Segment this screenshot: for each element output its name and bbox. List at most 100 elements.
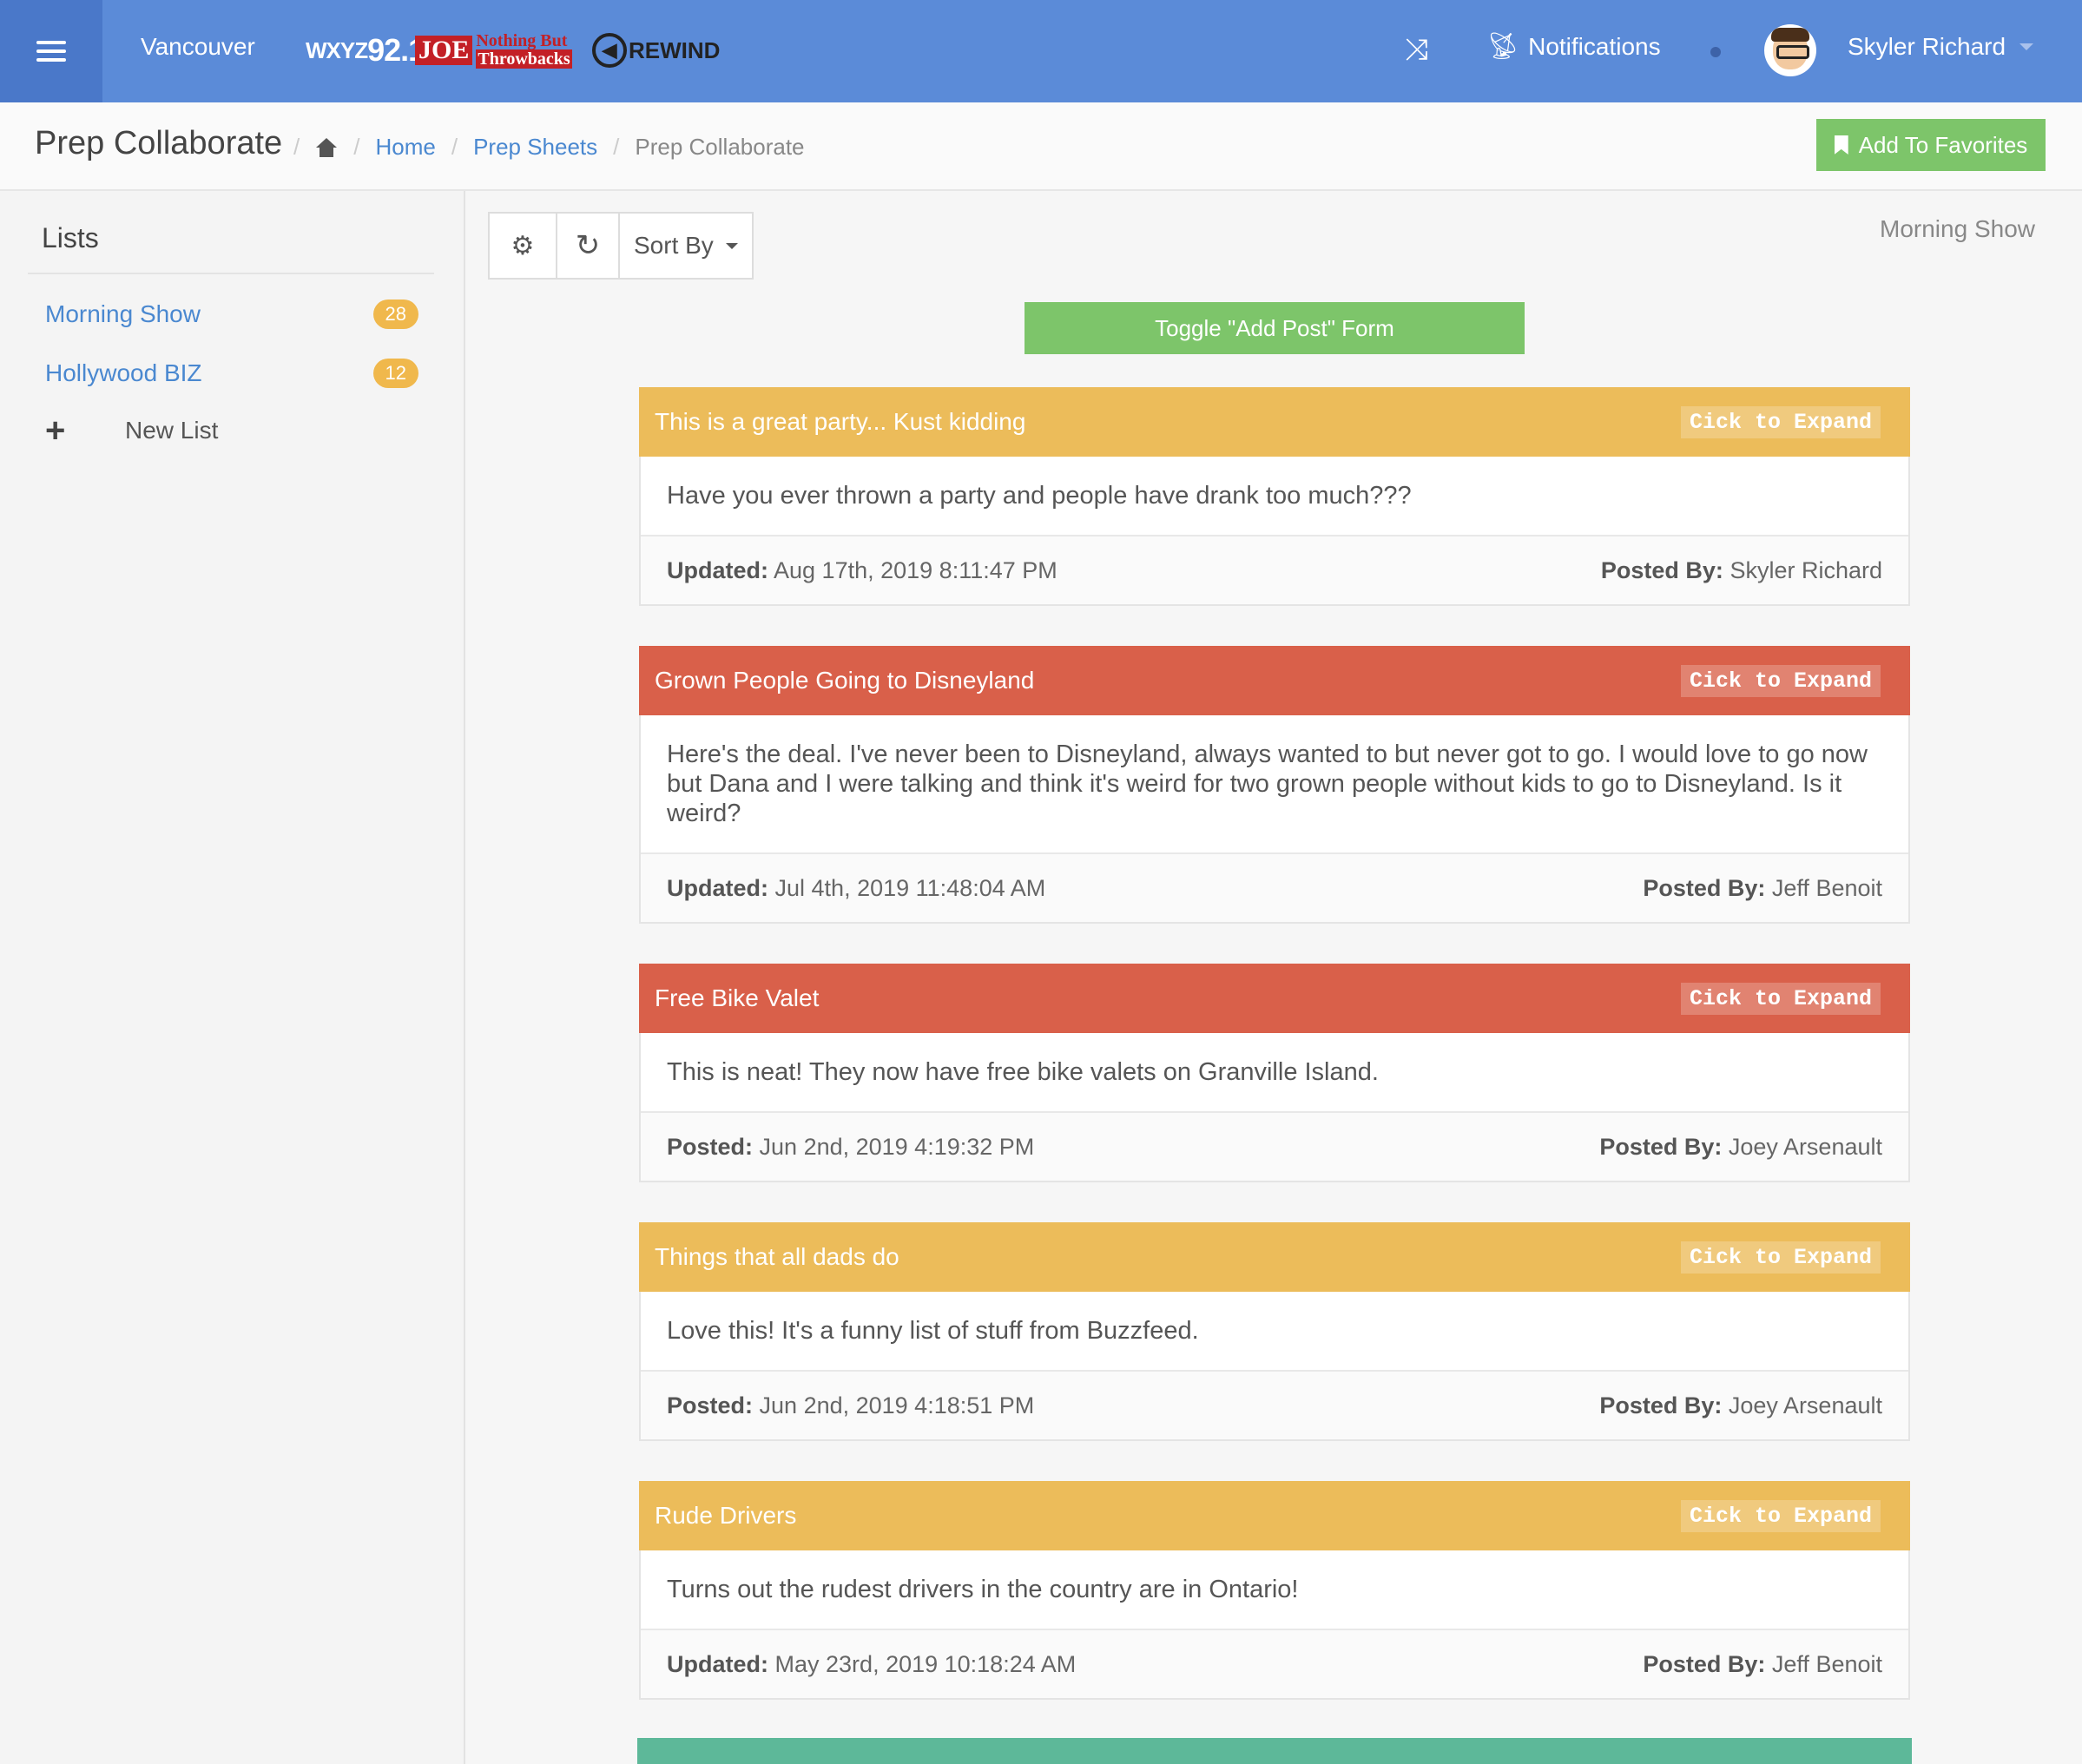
post-body: This is neat! They now have free bike va… (641, 1033, 1908, 1113)
rewind-logo[interactable]: ◀ REWIND (592, 26, 720, 75)
notifications-label: Notifications (1528, 32, 1661, 60)
post-body: Have you ever thrown a party and people … (641, 457, 1908, 536)
caret-down-icon (726, 242, 738, 249)
current-list-name: Morning Show (1880, 215, 2035, 242)
date-label: Updated: (667, 556, 768, 583)
post-author: Joey Arsenault (1728, 1392, 1882, 1418)
post-card: Rude Drivers Cick to Expand Turns out th… (639, 1481, 1910, 1700)
post-title: This is a great party... Kust kidding (655, 408, 1026, 435)
post-body: Love this! It's a funny list of stuff fr… (641, 1292, 1908, 1372)
gears-icon: ⚙ (511, 231, 535, 260)
expand-button[interactable]: Cick to Expand (1680, 1499, 1881, 1532)
add-to-favorites-label: Add To Favorites (1858, 131, 2028, 158)
post-footer: Updated: May 23rd, 2019 10:18:24 AM Post… (641, 1630, 1908, 1698)
post-header[interactable]: Rude Drivers Cick to Expand (639, 1481, 1910, 1550)
sort-by-label: Sort By (634, 232, 714, 259)
post-date: Jun 2nd, 2019 4:19:32 PM (759, 1133, 1035, 1160)
date-label: Updated: (667, 874, 768, 901)
post-date: Aug 17th, 2019 8:11:47 PM (774, 556, 1057, 583)
date-label: Posted: (667, 1392, 754, 1418)
toggle-add-post-button[interactable]: Toggle "Add Post" Form (1025, 302, 1525, 354)
post-card: Things that all dads do Cick to Expand L… (639, 1222, 1910, 1441)
post-footer: Updated: Aug 17th, 2019 8:11:47 PM Poste… (641, 536, 1908, 604)
joe-logo-sub2: Throwbacks (476, 49, 572, 69)
post-title: Free Bike Valet (655, 984, 820, 1011)
user-menu[interactable]: Skyler Richard (1848, 33, 2034, 61)
date-label: Posted: (667, 1133, 754, 1160)
breadcrumb-separator: / (451, 134, 458, 160)
breadcrumb: / / Home / Prep Sheets / Prep Collaborat… (293, 134, 805, 161)
sort-by-dropdown[interactable]: Sort By (620, 214, 752, 278)
expand-button[interactable]: Cick to Expand (1680, 982, 1881, 1015)
post-body: Turns out the rudest drivers in the coun… (641, 1550, 1908, 1630)
post-title: Grown People Going to Disneyland (655, 667, 1035, 694)
post-title: Things that all dads do (655, 1243, 899, 1270)
page-title: Prep Collaborate (35, 125, 283, 161)
post-card-partial (637, 1738, 1912, 1764)
joe-logo-text: JOE (415, 36, 473, 65)
lists-sidebar: Lists Morning Show 28 Hollywood BIZ 12 +… (0, 191, 465, 1764)
post-header[interactable] (637, 1738, 1912, 1764)
joe-logo-sub1: Nothing But (476, 31, 568, 50)
notifications-button[interactable]: 📡︎ Notifications (1486, 31, 1661, 62)
new-list-label: New List (125, 417, 219, 444)
expand-button[interactable]: Cick to Expand (1680, 405, 1881, 438)
date-label: Updated: (667, 1650, 768, 1677)
post-header[interactable]: Things that all dads do Cick to Expand (639, 1222, 1910, 1292)
post-card: This is a great party... Kust kidding Ci… (639, 387, 1910, 606)
post-card: Free Bike Valet Cick to Expand This is n… (639, 964, 1910, 1182)
post-title: Rude Drivers (655, 1502, 797, 1529)
posted-by-label: Posted By: (1600, 556, 1723, 583)
count-badge: 12 (372, 359, 418, 388)
top-navbar: Vancouver WXYZ 92.1 JOE Nothing But Thro… (0, 0, 2082, 102)
post-author: Jeff Benoit (1771, 874, 1882, 901)
divider (28, 273, 434, 274)
post-author: Joey Arsenault (1728, 1133, 1882, 1160)
bookmark-icon (1834, 135, 1848, 155)
refresh-button[interactable]: ↻ (557, 214, 620, 278)
station-selector[interactable]: Vancouver (141, 33, 255, 61)
sidebar-item-hollywood-biz[interactable]: Hollywood BIZ 12 (45, 356, 418, 391)
breadcrumb-separator: / (613, 134, 620, 160)
add-to-favorites-button[interactable]: Add To Favorites (1816, 119, 2046, 171)
antenna-icon: 📡︎ (1486, 32, 1520, 61)
post-header[interactable]: Grown People Going to Disneyland Cick to… (639, 646, 1910, 715)
avatar[interactable] (1764, 24, 1816, 76)
home-icon[interactable] (315, 137, 338, 157)
post-date: May 23rd, 2019 10:18:24 AM (774, 1650, 1077, 1677)
shuffle-icon[interactable]: ⤨ (1405, 33, 1428, 67)
breadcrumb-prep-sheets[interactable]: Prep Sheets (473, 134, 597, 161)
expand-button[interactable]: Cick to Expand (1680, 664, 1881, 697)
posted-by-label: Posted By: (1643, 1650, 1766, 1677)
post-author: Skyler Richard (1730, 556, 1882, 583)
breadcrumb-current: Prep Collaborate (635, 134, 805, 160)
post-card: Grown People Going to Disneyland Cick to… (639, 646, 1910, 924)
post-header[interactable]: This is a great party... Kust kidding Ci… (639, 387, 1910, 457)
post-header[interactable]: Free Bike Valet Cick to Expand (639, 964, 1910, 1033)
post-footer: Posted: Jun 2nd, 2019 4:18:51 PM Posted … (641, 1372, 1908, 1439)
sidebar-item-morning-show[interactable]: Morning Show 28 (45, 297, 418, 332)
status-dot (1710, 47, 1721, 57)
breadcrumb-separator: / (353, 134, 360, 160)
post-footer: Posted: Jun 2nd, 2019 4:19:32 PM Posted … (641, 1113, 1908, 1181)
post-date: Jul 4th, 2019 11:48:04 AM (774, 874, 1046, 901)
sidebar-item-label: Morning Show (45, 300, 201, 327)
rewind-logo-text: REWIND (629, 36, 721, 63)
expand-button[interactable]: Cick to Expand (1680, 1241, 1881, 1274)
wxyz-logo-prefix: WXYZ (306, 36, 368, 63)
hamburger-icon (36, 41, 66, 62)
new-list-button[interactable]: + New List (45, 413, 218, 448)
refresh-icon: ↻ (575, 229, 601, 262)
post-footer: Updated: Jul 4th, 2019 11:48:04 AM Poste… (641, 854, 1908, 922)
settings-button[interactable]: ⚙ (490, 214, 557, 278)
count-badge: 28 (372, 299, 418, 329)
breadcrumb-home[interactable]: Home (375, 134, 435, 161)
post-body: Here's the deal. I've never been to Disn… (641, 715, 1908, 854)
user-name: Skyler Richard (1848, 33, 2006, 60)
hamburger-menu-button[interactable] (0, 0, 102, 102)
plus-icon: + (45, 411, 66, 450)
joe-country-logo[interactable]: JOE Nothing But Throwbacks (415, 26, 572, 75)
breadcrumb-separator: / (293, 134, 300, 160)
wxyz-logo[interactable]: WXYZ 92.1 (306, 26, 425, 75)
chevron-down-icon (2019, 43, 2034, 50)
